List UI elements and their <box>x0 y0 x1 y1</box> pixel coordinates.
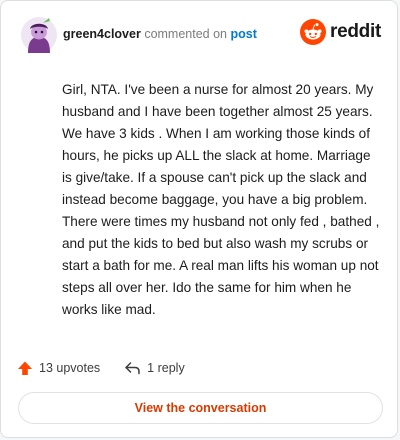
reddit-logo[interactable]: reddit <box>300 17 381 47</box>
view-conversation-button[interactable]: View the conversation <box>18 392 383 424</box>
comment-body: Girl, NTA. I've been a nurse for almost … <box>62 82 380 317</box>
reply-arrow-icon <box>125 362 140 375</box>
comment-meta: green4clover commented on post <box>63 27 257 41</box>
brand-wordmark: reddit <box>330 21 381 42</box>
reddit-logo-icon <box>300 19 327 45</box>
action-text: commented on <box>144 27 227 41</box>
comment-header: green4clover commented on post reddit <box>17 15 381 55</box>
comment-card: green4clover commented on post reddit Gi… <box>0 0 398 438</box>
upvote-arrow-icon <box>18 361 32 375</box>
username[interactable]: green4clover <box>63 27 141 41</box>
reply-count: 1 reply <box>147 361 185 375</box>
upvote-button[interactable]: 13 upvotes <box>17 360 100 376</box>
comment-actions: 13 upvotes 1 reply <box>17 357 185 379</box>
upvote-count: 13 upvotes <box>39 361 101 375</box>
snoo-avatar-icon[interactable] <box>21 17 57 53</box>
reply-button[interactable]: 1 reply <box>124 360 185 376</box>
post-link[interactable]: post <box>230 27 256 41</box>
